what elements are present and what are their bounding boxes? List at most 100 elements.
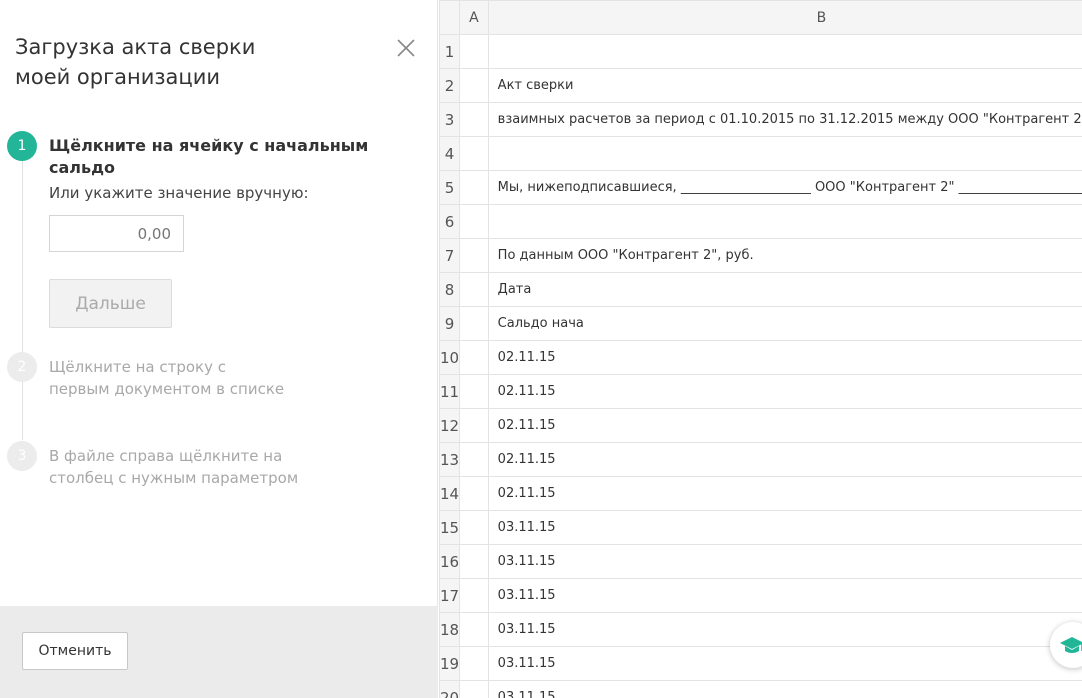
- cell-a[interactable]: [459, 340, 489, 375]
- next-button[interactable]: Дальше: [49, 279, 172, 328]
- row-header[interactable]: 14: [439, 476, 461, 511]
- table-row[interactable]: 7 По данным ООО "Контрагент 2", руб.: [439, 238, 1082, 273]
- row-header[interactable]: 15: [439, 510, 461, 545]
- cell-a[interactable]: [459, 136, 489, 171]
- corner-cell: [439, 0, 461, 35]
- cell-a[interactable]: [459, 646, 489, 681]
- table-row[interactable]: 1503.11.15Поступление товаров и услуг № …: [439, 510, 1082, 545]
- table-row[interactable]: 4: [439, 136, 1082, 171]
- row-header[interactable]: 1: [439, 34, 461, 69]
- table-row[interactable]: 1002.11.15Расходный кассовый ордер № ЕлС…: [439, 340, 1082, 375]
- cell-a[interactable]: [459, 34, 489, 69]
- row-header[interactable]: 17: [439, 578, 461, 613]
- table-row[interactable]: 1903.11.15Поступление товаров и услуг № …: [439, 646, 1082, 681]
- table-row[interactable]: 2 Акт сверки: [439, 68, 1082, 103]
- cell-b[interactable]: Акт сверки: [487, 68, 1082, 103]
- table-row[interactable]: 9Сальдо нача149,344.94: [439, 306, 1082, 341]
- cell-a[interactable]: [459, 510, 489, 545]
- table-row[interactable]: 2003.11.15Поступление товаров и услуг № …: [439, 680, 1082, 698]
- row-header[interactable]: 9: [439, 306, 461, 341]
- column-header[interactable]: A: [459, 0, 489, 35]
- row-header[interactable]: 6: [439, 204, 461, 239]
- cell-a[interactable]: [459, 68, 489, 103]
- cell-b[interactable]: 03.11.15: [487, 680, 1082, 698]
- cell-a[interactable]: [459, 374, 489, 409]
- row-header[interactable]: 8: [439, 272, 461, 307]
- spreadsheet-preview[interactable]: A B C D E F G H 12 Акт сверки 3 взаимных ра…: [439, 0, 1082, 698]
- row-header[interactable]: 4: [439, 136, 461, 171]
- table-row[interactable]: 5 Мы, нижеподписавшиеся, ________________…: [439, 170, 1082, 205]
- panel-title: Загрузка акта сверки моей организации: [15, 35, 256, 89]
- cell-a[interactable]: [459, 204, 489, 239]
- cell-b[interactable]: 02.11.15: [487, 374, 1082, 409]
- row-header[interactable]: 10: [439, 340, 461, 375]
- row-header[interactable]: 7: [439, 238, 461, 273]
- upload-wizard-panel: Загрузка акта сверки моей организации 1 …: [0, 0, 438, 698]
- cell-b[interactable]: 03.11.15: [487, 646, 1082, 681]
- cell-b[interactable]: 02.11.15: [487, 476, 1082, 511]
- row-header[interactable]: 11: [439, 374, 461, 409]
- table-row[interactable]: 1703.11.15Поступление товаров и услуг № …: [439, 578, 1082, 613]
- cell-b[interactable]: По данным ООО "Контрагент 2", руб.: [487, 238, 1082, 273]
- table-row[interactable]: 1603.11.15Поступление товаров и услуг № …: [439, 544, 1082, 579]
- cell-a[interactable]: [459, 578, 489, 613]
- row-header[interactable]: 18: [439, 612, 461, 647]
- cell-b[interactable]: 03.11.15: [487, 510, 1082, 545]
- row-header[interactable]: 20: [439, 680, 461, 698]
- cell-text: 02.11.15: [497, 418, 556, 433]
- cell-a[interactable]: [459, 408, 489, 443]
- graduation-cap-icon: [1060, 637, 1082, 653]
- table-row[interactable]: 6: [439, 204, 1082, 239]
- cell-a[interactable]: [459, 476, 489, 511]
- table-row[interactable]: 3 взаимных расчетов за период с 01.10.201…: [439, 102, 1082, 137]
- cell-a[interactable]: [459, 680, 489, 698]
- row-header[interactable]: 16: [439, 544, 461, 579]
- cell-a[interactable]: [459, 170, 489, 205]
- table-row[interactable]: 1302.11.15Возврат товаров поставщику № 2…: [439, 442, 1082, 477]
- cell-b[interactable]: 02.11.15: [487, 408, 1082, 443]
- cell-b[interactable]: [487, 204, 1082, 239]
- cell-a[interactable]: [459, 612, 489, 647]
- cell-text: Дата: [497, 282, 532, 297]
- row-header[interactable]: 3: [439, 102, 461, 137]
- cell-text: 03.11.15: [497, 554, 556, 569]
- table-row[interactable]: 1: [439, 34, 1082, 69]
- cell-b[interactable]: 03.11.15: [487, 612, 1082, 647]
- close-icon: [397, 39, 415, 57]
- cell-a[interactable]: [459, 238, 489, 273]
- row-header[interactable]: 12: [439, 408, 461, 443]
- cell-text: 03.11.15: [497, 588, 556, 603]
- cell-b[interactable]: [487, 34, 1082, 69]
- cell-b[interactable]: 03.11.15: [487, 544, 1082, 579]
- cell-b[interactable]: Мы, нижеподписавшиеся, _________________…: [487, 170, 1082, 205]
- cell-b[interactable]: [487, 136, 1082, 171]
- table-row[interactable]: 8ДатаДокументДебетКредит: [439, 272, 1082, 307]
- column-header[interactable]: B: [487, 0, 1082, 35]
- step-1-text: Щёлкните на ячейку с начальным сальдо: [49, 136, 369, 177]
- cell-b[interactable]: 02.11.15: [487, 340, 1082, 375]
- cancel-button[interactable]: Отменить: [22, 632, 128, 670]
- cell-b[interactable]: Дата: [487, 272, 1082, 307]
- close-button[interactable]: [395, 37, 417, 59]
- cell-b[interactable]: взаимных расчетов за период с 01.10.2015…: [487, 102, 1082, 137]
- table-row[interactable]: 1803.11.15Поступление товаров и услуг № …: [439, 612, 1082, 647]
- table-row[interactable]: 1402.11.15Возврат товаров поставщику № 2…: [439, 476, 1082, 511]
- row-header[interactable]: 19: [439, 646, 461, 681]
- cell-text: 03.11.15: [497, 520, 556, 535]
- row-header[interactable]: 5: [439, 170, 461, 205]
- cell-a[interactable]: [459, 306, 489, 341]
- cell-a[interactable]: [459, 102, 489, 137]
- cell-b[interactable]: 03.11.15: [487, 578, 1082, 613]
- panel-footer: Отменить: [0, 606, 438, 698]
- cell-b[interactable]: Сальдо нача: [487, 306, 1082, 341]
- table-row[interactable]: 1202.11.15Возврат товаров поставщику № 1…: [439, 408, 1082, 443]
- cell-a[interactable]: [459, 442, 489, 477]
- row-header[interactable]: 2: [439, 68, 461, 103]
- cell-a[interactable]: [459, 544, 489, 579]
- cell-b[interactable]: 02.11.15: [487, 442, 1082, 477]
- cell-a[interactable]: [459, 272, 489, 307]
- cell-text: 03.11.15: [497, 622, 556, 637]
- row-header[interactable]: 13: [439, 442, 461, 477]
- opening-balance-input[interactable]: [49, 215, 184, 252]
- table-row[interactable]: 1102.11.15Поступление товаров и услуг № …: [439, 374, 1082, 409]
